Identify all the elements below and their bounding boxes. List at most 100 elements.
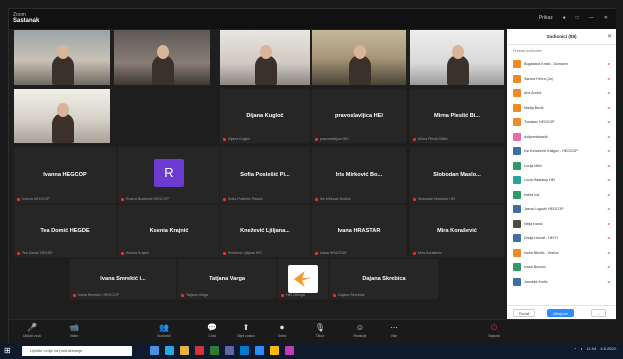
participant-name-tile[interactable]: Ksenia Krajnić Ksenia Krajnić — [117, 204, 221, 258]
participant-row[interactable]: Sanela Fehra (Ja) ⌀ — [507, 72, 616, 87]
muted-mic-icon[interactable]: ⌀ — [608, 76, 611, 81]
pinned-app-icon[interactable] — [180, 346, 189, 355]
tile-caption-text: HEI Udruga — [286, 293, 305, 297]
participant-row[interactable]: Darija Horvat - HEGY ⌀ — [507, 231, 616, 246]
participant-video-tile[interactable] — [311, 29, 407, 86]
pinned-app-icon[interactable] — [270, 346, 279, 355]
muted-mic-icon[interactable]: ⌀ — [608, 119, 611, 124]
muted-mic-icon[interactable]: ⌀ — [608, 90, 611, 95]
muted-mic-icon[interactable]: ⌀ — [608, 221, 611, 226]
participant-name-tile[interactable]: Mirna Pleslić Bi... Mirna Pleslić Bištić — [409, 88, 505, 144]
zoom-window: Zoom Sastanak Prikaz ● □ — ✕ Dijana Kugloč Di… — [8, 8, 616, 344]
participant-search[interactable]: Pretraži sudionike — [513, 49, 542, 53]
toolbar-button-9[interactable]: ⏻ Napusti — [479, 323, 509, 338]
volume-icon[interactable]: ◑ — [580, 346, 582, 351]
muted-mic-icon[interactable]: ⌀ — [608, 163, 611, 168]
window-control-2[interactable]: □ — [576, 15, 579, 21]
toolbar-label: Reakcije — [353, 334, 367, 338]
window-control-4[interactable]: ✕ — [604, 15, 608, 21]
more-button[interactable]: ... — [591, 309, 606, 317]
clock-time[interactable]: 11:04 — [587, 346, 597, 351]
toolbar-button-8[interactable]: ⋯ Više — [379, 323, 409, 338]
muted-mic-icon[interactable]: ⌀ — [608, 148, 611, 153]
tile-caption-text: Ivana HRASTAR — [320, 251, 347, 255]
participant-row[interactable]: Jasna Lugović HEGCOP ⌀ — [507, 202, 616, 217]
participant-name-tile[interactable]: Sofia Poslešić Pi... Sofia Poslešić Pisač… — [219, 146, 311, 204]
toolbar-button-7[interactable]: ☺ Reakcije — [345, 323, 375, 338]
wifi-icon[interactable]: ◔ — [574, 346, 576, 351]
window-control-0[interactable]: Prikaz — [539, 15, 553, 21]
participant-row[interactable]: Nelja Ivanić ⌀ — [507, 217, 616, 232]
participant-row[interactable]: Bogadana Kralić - Domaćin ⌀ — [507, 57, 616, 72]
participant-name-tile[interactable]: Tea Domić HEGDE Tea Domić HEGDE — [13, 204, 117, 258]
toolbar-button-1[interactable]: 📹 Video — [59, 323, 89, 338]
invite-button[interactable]: Pozovi — [513, 309, 536, 317]
participant-video-tile[interactable] — [13, 88, 111, 144]
participant-row[interactable]: Ana Andrić ⌀ — [507, 86, 616, 101]
participant-avatar-tile[interactable]: R Ruzica Budiselić HEGCOP — [117, 146, 221, 204]
participant-row[interactable]: dolipredstavnik ⌀ — [507, 130, 616, 145]
clock-date[interactable]: 4.5.2022. — [600, 346, 617, 351]
participant-name-tile[interactable]: Dijana Kugloč Dijana Kugloč — [219, 88, 311, 144]
participant-name-tile[interactable]: Slobodan Maslo... Slobodan Maslović HEI — [409, 146, 505, 204]
toolbar-button-4[interactable]: ⬆ Dijeli zaslon — [231, 323, 261, 338]
toolbar-button-3[interactable]: 💬 Chat — [197, 323, 227, 338]
participant-video-tile[interactable] — [219, 29, 311, 86]
toolbar-button-5[interactable]: ⏺ Snimi — [267, 323, 297, 338]
muted-mic-icon[interactable]: ⌀ — [608, 279, 611, 284]
participant-row[interactable]: Lucija Mirić ⌀ — [507, 159, 616, 174]
participant-name-tile[interactable]: Ivana Smrekić i... Ivana Smrekić i HEGCOP — [69, 258, 177, 300]
participant-video-tile[interactable] — [13, 29, 111, 86]
participant-name-tile[interactable]: Dajana Škrebica Dajana Škrebica — [329, 258, 439, 300]
participant-row[interactable]: Marija Bezić ⌀ — [507, 101, 616, 116]
participant-row[interactable]: Ivana Nikolić - Vezina ⌀ — [507, 246, 616, 261]
participant-name-tile[interactable]: Iris Mirković Bo... Iris Mirković Boškić — [311, 146, 407, 204]
muted-mic-icon[interactable]: ⌀ — [608, 134, 611, 139]
participant-row[interactable]: Indira Ivić ⌀ — [507, 188, 616, 203]
close-icon[interactable]: ✕ — [607, 33, 612, 40]
pinned-app-icon[interactable] — [285, 346, 294, 355]
toolbar-label: Sudionici — [157, 334, 171, 338]
tile-caption-text: Dijana Kugloč — [228, 137, 251, 141]
participant-name-tile[interactable]: pravoslavljica HEI pravoslavljica HEI — [311, 88, 407, 144]
window-control-3[interactable]: — — [589, 15, 594, 21]
participant-row[interactable]: Tomislav HEGCOP ⌀ — [507, 115, 616, 130]
participant-logo-tile[interactable]: HEI Udruga — [277, 258, 329, 300]
participant-name-tile[interactable]: Tatjana Varga Tatjana Varga — [177, 258, 277, 300]
participant-video-tile[interactable] — [409, 29, 505, 86]
pinned-app-icon[interactable] — [210, 346, 219, 355]
toolbar-label: Video — [69, 334, 79, 338]
muted-mic-icon[interactable]: ⌀ — [608, 105, 611, 110]
participant-name-tile[interactable]: Ivana HRASTAR Ivana HRASTAR — [311, 204, 407, 258]
mute-all-button[interactable]: Utišaj sve — [547, 309, 574, 317]
toolbar-button-6[interactable]: 🎙 Titlovi — [305, 323, 335, 338]
participant-display-name: Tea Domić HEGDE — [40, 228, 90, 234]
toolbar-label: Više — [390, 334, 398, 338]
participant-video-tile[interactable] — [113, 29, 211, 86]
window-control-1[interactable]: ● — [563, 15, 566, 21]
taskbar-search[interactable]: Upišite ovdje za pretraživanje — [22, 346, 132, 356]
participant-row[interactable]: Iva Kovačević Kaligov - HEGCOP ⌀ — [507, 144, 616, 159]
participant-name-tile[interactable]: Mira Korašević Mira Korašević — [409, 204, 505, 258]
pinned-app-icon[interactable] — [255, 346, 264, 355]
muted-mic-icon[interactable]: ⌀ — [608, 235, 611, 240]
muted-mic-icon[interactable]: ⌀ — [608, 264, 611, 269]
muted-mic-icon[interactable]: ⌀ — [608, 177, 611, 182]
muted-mic-icon[interactable]: ⌀ — [608, 61, 611, 66]
participant-row[interactable]: Lucia Haastrup HEI ⌀ — [507, 173, 616, 188]
pinned-app-icon[interactable] — [165, 346, 174, 355]
muted-mic-icon[interactable]: ⌀ — [608, 250, 611, 255]
participant-row[interactable]: Janneke Krstić ⌀ — [507, 275, 616, 290]
pinned-app-icon[interactable] — [195, 346, 204, 355]
pinned-app-icon[interactable] — [150, 346, 159, 355]
participant-row[interactable]: Ivana Borović ⌀ — [507, 260, 616, 275]
muted-mic-icon[interactable]: ⌀ — [608, 206, 611, 211]
participant-name-tile[interactable]: Knežević Ljiljana... Knežević Ljiljana HE… — [219, 204, 311, 258]
start-button[interactable]: ⊞ — [4, 346, 11, 356]
pinned-app-icon[interactable] — [240, 346, 249, 355]
toolbar-button-2[interactable]: 👥 Sudionici — [149, 323, 179, 338]
pinned-app-icon[interactable] — [225, 346, 234, 355]
muted-mic-icon[interactable]: ⌀ — [608, 192, 611, 197]
toolbar-button-0[interactable]: 🎤 Uključi zvuk — [17, 323, 47, 338]
participant-name-tile[interactable]: Ivanna HEGCOP Ivanna HEGCOP — [13, 146, 117, 204]
